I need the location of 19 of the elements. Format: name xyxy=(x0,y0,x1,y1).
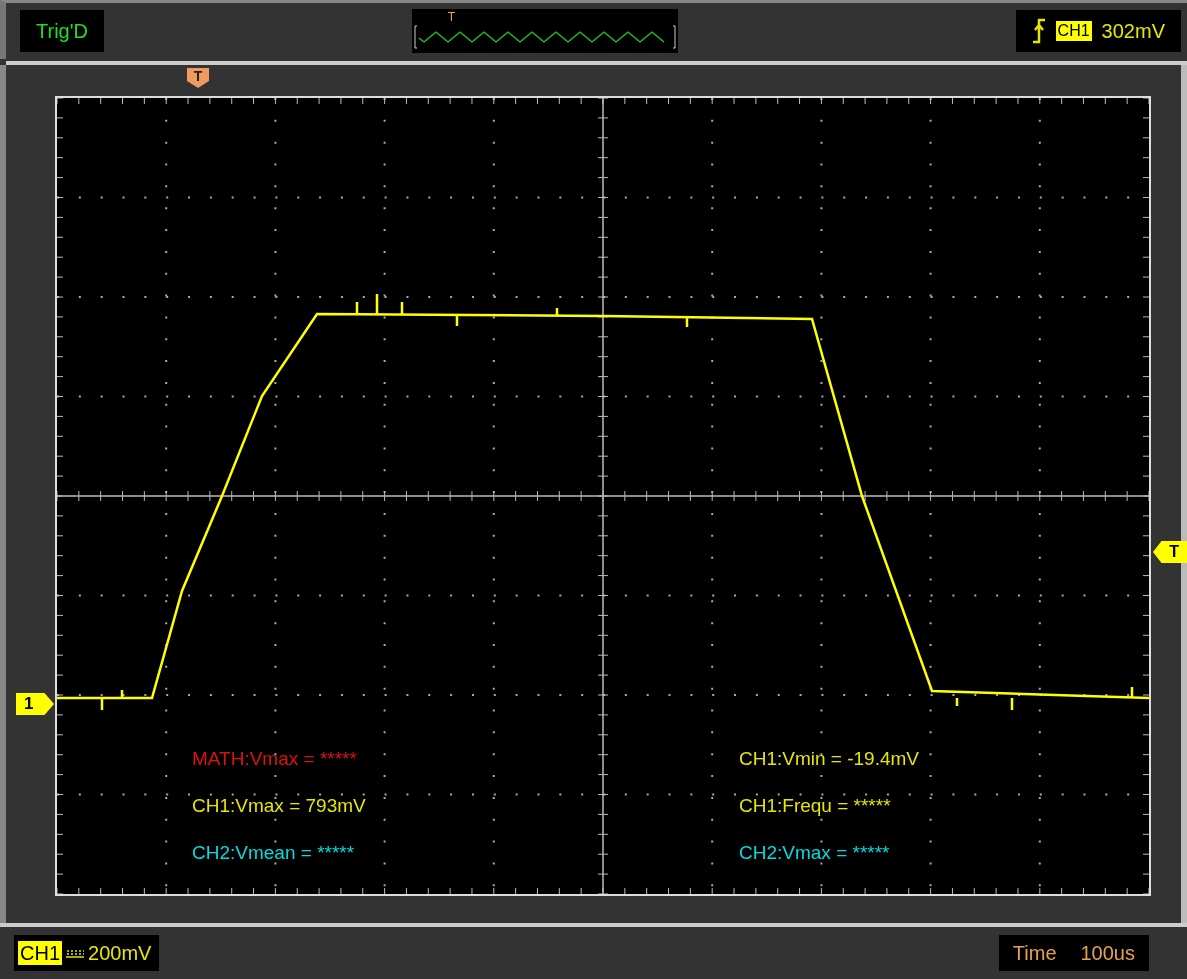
trigger-level-marker[interactable]: T xyxy=(1153,541,1187,563)
channel-ground-marker[interactable]: 1 xyxy=(16,693,54,715)
channel-label: CH1 xyxy=(1055,21,1092,41)
measurement-reading: CH1:Vmin = -19.4mV xyxy=(739,748,921,770)
rising-edge-icon xyxy=(1031,18,1046,44)
dc-coupling-icon xyxy=(66,948,84,958)
trigger-mark: T xyxy=(447,10,456,24)
measurement-reading: CH1:Frequ = ***** xyxy=(739,795,892,817)
measurement-reading: MATH:Vmax = ***** xyxy=(192,748,358,770)
trigger-level: 302mV xyxy=(1101,19,1165,43)
trigger-status: Trig'D xyxy=(36,19,88,43)
trigger-position-marker[interactable]: T xyxy=(187,68,209,88)
volts-per-division: 200mV xyxy=(88,941,152,965)
time-per-division: 100us xyxy=(1080,941,1135,965)
measurement-reading: CH2:Vmean = ***** xyxy=(192,842,356,864)
channel-label: CH1 xyxy=(18,941,62,965)
measurement-reading: CH1:Vmax = 793mV xyxy=(192,795,367,817)
measurement-reading: CH2:Vmax = ***** xyxy=(739,842,891,864)
time-label: Time xyxy=(1012,941,1057,965)
